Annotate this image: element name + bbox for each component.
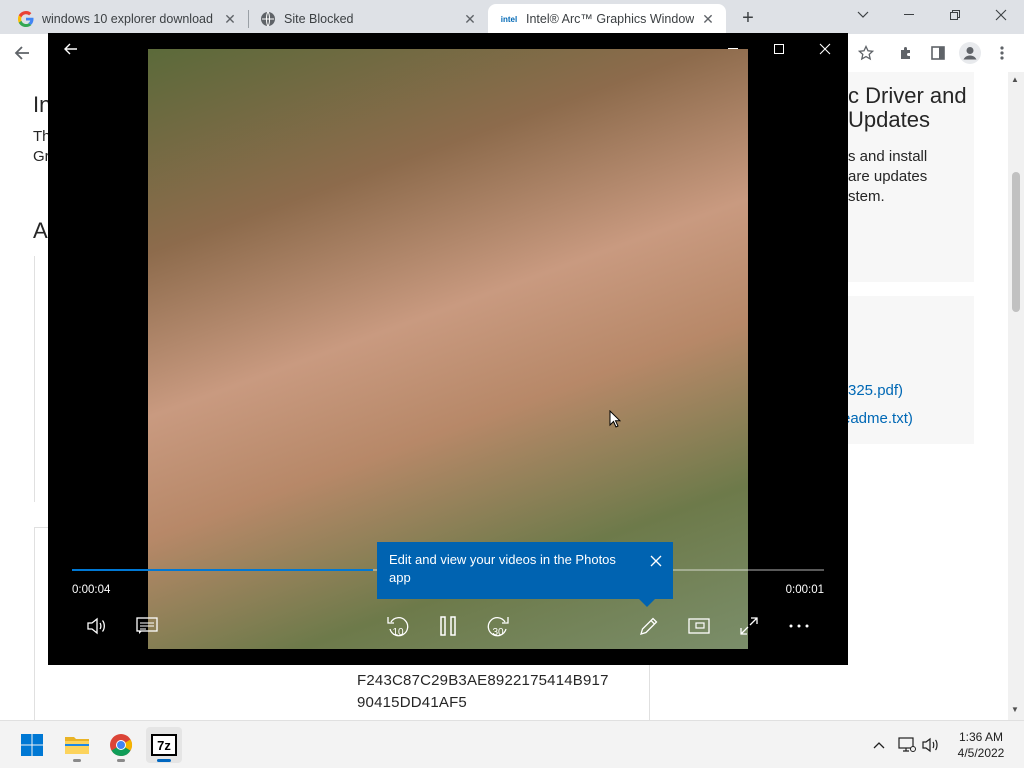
scroll-down-arrow-icon[interactable]: ▼ <box>1011 705 1019 714</box>
7zip-button[interactable]: 7z <box>146 727 182 763</box>
page-scrollbar[interactable]: ▲ ▼ <box>1008 72 1024 720</box>
tooltip-close-icon[interactable] <box>647 552 665 570</box>
tooltip-pointer <box>639 599 655 607</box>
tooltip-text: Edit and view your videos in the Photos … <box>389 552 616 585</box>
divider <box>34 527 35 720</box>
close-tab-icon[interactable]: ✕ <box>222 11 238 27</box>
fullscreen-icon[interactable] <box>731 611 767 641</box>
downloads-card: 325.pdf) eadme.txt) <box>842 296 974 444</box>
divider <box>34 527 48 528</box>
time-elapsed: 0:00:04 <box>72 584 111 596</box>
volume-tray-icon[interactable] <box>920 733 942 757</box>
player-close-button[interactable] <box>802 33 848 65</box>
show-hidden-icons-chevron-icon[interactable] <box>868 733 890 757</box>
clock-time: 1:36 AM <box>958 730 1004 744</box>
more-menu-icon[interactable] <box>988 39 1016 67</box>
restore-button[interactable] <box>932 0 978 30</box>
tab-google-search[interactable]: windows 10 explorer download - ✕ <box>8 4 248 34</box>
driver-info-card: c Driver and Updates s and install are u… <box>848 72 974 282</box>
player-maximize-button[interactable] <box>756 33 802 65</box>
subtitles-icon[interactable] <box>129 611 165 641</box>
minimize-button[interactable] <box>886 0 932 30</box>
close-window-button[interactable] <box>978 0 1024 30</box>
tab-title: Site Blocked <box>284 12 354 26</box>
system-clock[interactable]: 1:36 AM 4/5/2022 <box>946 729 1016 761</box>
close-tab-icon[interactable]: ✕ <box>462 11 478 27</box>
chrome-icon <box>110 734 132 756</box>
card-desc-line-2: are updates <box>848 168 928 185</box>
pdf-link[interactable]: 325.pdf) <box>848 382 903 399</box>
clock-date: 4/5/2022 <box>957 746 1005 760</box>
player-back-button[interactable] <box>48 33 94 65</box>
svg-text:30: 30 <box>492 627 504 638</box>
close-tab-icon[interactable]: ✕ <box>700 11 716 27</box>
card-title-line-1: c Driver and <box>848 83 967 108</box>
start-button[interactable] <box>14 727 50 763</box>
extensions-puzzle-icon[interactable] <box>892 39 920 67</box>
seek-bar-progress <box>72 569 373 571</box>
network-icon[interactable] <box>896 733 918 757</box>
scrollbar-thumb[interactable] <box>1012 172 1020 312</box>
checksum-line-1: F243C87C29B3AE8922175414B917 <box>357 672 609 689</box>
tab-strip: windows 10 explorer download - ✕ Site Bl… <box>0 0 1024 34</box>
section-heading-fragment: A <box>33 218 48 243</box>
divider <box>34 256 35 502</box>
mini-view-icon[interactable] <box>681 611 717 641</box>
card-title-line-2: Updates <box>848 107 930 132</box>
tab-intel-arc[interactable]: intel Intel® Arc™ Graphics Windows® ✕ <box>488 4 726 34</box>
new-tab-button[interactable]: + <box>736 6 760 30</box>
edit-pencil-icon[interactable] <box>631 611 667 641</box>
google-g-icon <box>18 11 34 27</box>
tab-title: Intel® Arc™ Graphics Windows® <box>526 12 694 26</box>
card-desc-line-3: stem. <box>848 188 885 205</box>
skip-forward-30-button[interactable]: 30 <box>480 611 516 641</box>
readme-link[interactable]: eadme.txt) <box>842 410 913 427</box>
time-remaining: 0:00:01 <box>785 584 824 596</box>
file-explorer-button[interactable] <box>59 727 95 763</box>
back-button[interactable] <box>8 39 36 67</box>
windows-logo-icon <box>21 734 43 756</box>
skip-back-10-button[interactable]: 10 <box>380 611 416 641</box>
folder-icon <box>65 737 89 754</box>
video-player-window: 0:00:04 0:00:01 10 30 Edit and view your… <box>48 33 848 665</box>
globe-icon <box>260 11 276 27</box>
intel-logo-icon: intel <box>500 14 518 24</box>
card-desc-line-1: s and install <box>848 148 928 165</box>
more-options-icon[interactable] <box>781 611 817 641</box>
tab-site-blocked[interactable]: Site Blocked ✕ <box>250 4 488 34</box>
scroll-up-arrow-icon[interactable]: ▲ <box>1011 75 1019 84</box>
windows-taskbar: 7z 1:36 AM 4/5/2022 <box>0 720 1024 768</box>
photos-app-tooltip[interactable]: Edit and view your videos in the Photos … <box>377 542 673 607</box>
tab-search-button[interactable] <box>840 0 886 30</box>
checksum-line-2: 90415DD41AF5 <box>357 694 467 711</box>
svg-text:10: 10 <box>392 627 404 638</box>
bookmark-star-icon[interactable] <box>852 39 880 67</box>
mouse-cursor-icon <box>609 409 622 433</box>
chrome-button[interactable] <box>103 727 139 763</box>
divider <box>649 664 650 720</box>
side-panel-icon[interactable] <box>924 39 952 67</box>
7zip-icon: 7z <box>151 734 177 756</box>
profile-avatar-icon[interactable] <box>956 39 984 67</box>
volume-icon[interactable] <box>79 611 115 641</box>
pause-button[interactable] <box>430 611 466 641</box>
tab-title: windows 10 explorer download - <box>42 12 216 26</box>
player-minimize-button[interactable] <box>710 33 756 65</box>
